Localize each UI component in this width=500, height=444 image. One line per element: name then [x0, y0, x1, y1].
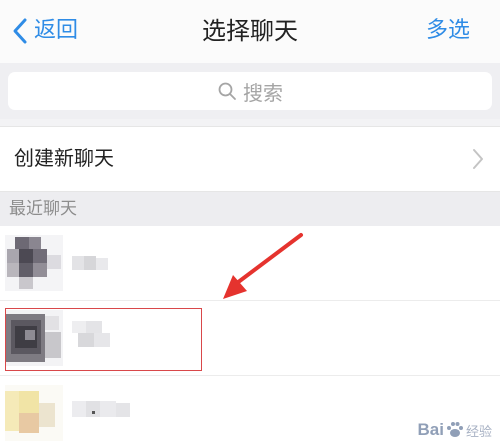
avatar [5, 385, 63, 441]
create-new-chat-label: 创建新聊天 [14, 146, 114, 170]
recent-chats-header: 最近聊天 [0, 192, 500, 226]
chevron-left-icon [13, 18, 27, 44]
chat-list-item[interactable] [0, 376, 500, 444]
navigation-bar: 返回 选择聊天 多选 [0, 0, 500, 63]
create-new-chat-row[interactable]: 创建新聊天 [0, 126, 500, 192]
chat-name-obscured [72, 321, 118, 347]
back-button-label: 返回 [34, 18, 79, 43]
search-bar: 搜索 [0, 63, 500, 119]
chat-name-obscured [72, 254, 120, 274]
recent-chats-header-label: 最近聊天 [9, 199, 77, 219]
search-placeholder: 搜索 [243, 80, 283, 105]
search-input[interactable]: 搜索 [8, 72, 492, 110]
chat-list-item[interactable] [0, 301, 500, 376]
avatar [5, 235, 63, 291]
search-icon [218, 82, 236, 100]
recent-chats-list [0, 226, 500, 444]
section-spacer [0, 119, 500, 126]
back-button[interactable]: 返回 [10, 14, 78, 48]
chevron-right-icon [473, 149, 483, 169]
chat-list-item[interactable] [0, 226, 500, 301]
chat-name-obscured [72, 400, 134, 420]
multi-select-button[interactable]: 多选 [426, 14, 470, 48]
avatar [5, 310, 63, 366]
